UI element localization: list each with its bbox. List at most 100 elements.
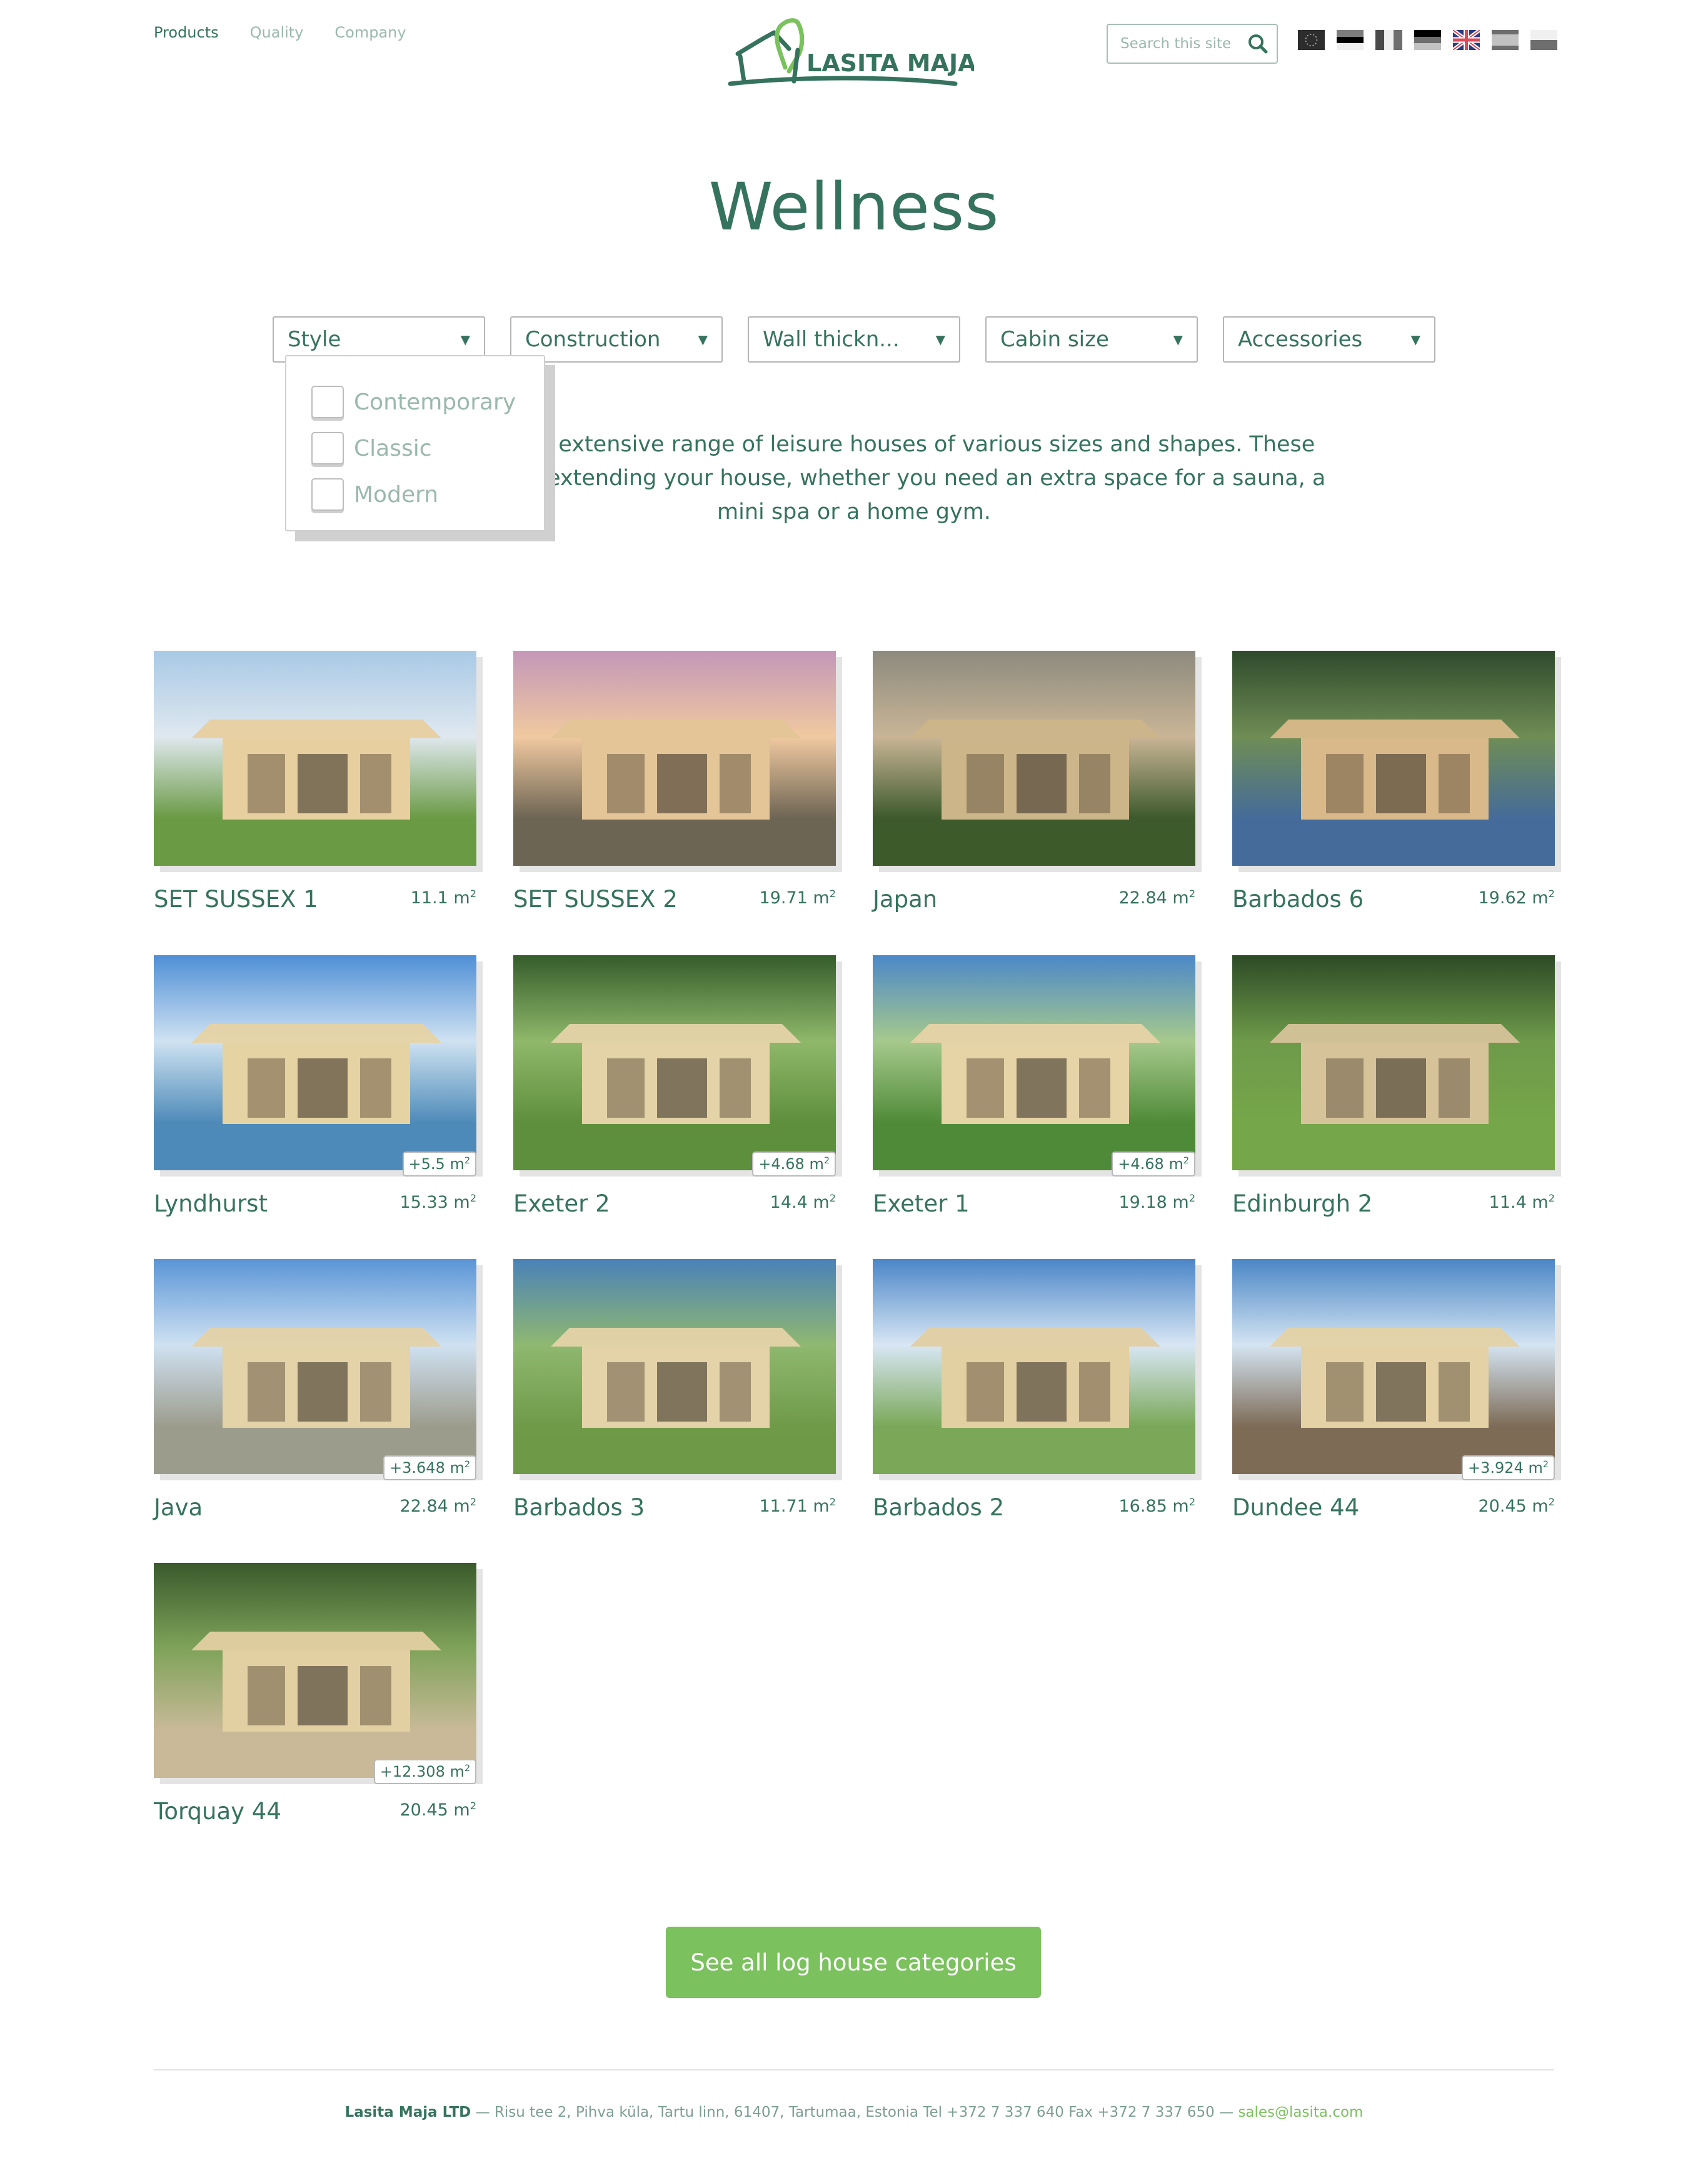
product-name[interactable]: Dundee 44 (1232, 1494, 1359, 1521)
flag-eu-icon[interactable] (1298, 30, 1325, 50)
caret-down-icon: ▼ (1410, 332, 1420, 347)
style-option-contemporary[interactable]: Contemporary (311, 379, 544, 425)
product-name[interactable]: Barbados 3 (513, 1494, 645, 1521)
filter-cabin-size[interactable]: Cabin size ▼ (985, 316, 1198, 363)
option-label: Classic (354, 435, 432, 461)
product-card[interactable]: +3.924 m2 Dundee 44 20.45 m2 (1232, 1259, 1561, 1521)
extra-area-badge: +3.648 m2 (383, 1455, 476, 1480)
footer: Lasita Maja LTD — Risu tee 2, Pihva küla… (0, 2104, 1708, 2120)
search-input[interactable] (1120, 36, 1245, 52)
product-image[interactable] (154, 1563, 476, 1778)
flag-fr-icon[interactable] (1375, 30, 1402, 50)
option-label: Modern (354, 481, 439, 508)
product-image[interactable] (1232, 955, 1555, 1170)
log-cabin-icon (1232, 1024, 1555, 1170)
product-image-wrap (513, 1259, 842, 1480)
caret-down-icon: ▼ (698, 332, 708, 347)
nav-quality[interactable]: Quality (250, 24, 304, 41)
flag-gb-icon[interactable] (1453, 30, 1480, 50)
product-name[interactable]: Torquay 44 (154, 1798, 281, 1825)
product-image[interactable] (873, 955, 1195, 1170)
product-image[interactable] (513, 651, 836, 866)
flag-pl-icon[interactable] (1530, 30, 1557, 50)
filter-wall-thickness[interactable]: Wall thickn... ▼ (748, 316, 960, 363)
product-image[interactable] (873, 651, 1195, 866)
product-name[interactable]: Edinburgh 2 (1232, 1190, 1372, 1217)
product-image-wrap (1232, 955, 1561, 1177)
logo[interactable]: LASITA MAJA (724, 11, 977, 89)
product-image[interactable] (1232, 651, 1555, 866)
product-caption: Java 22.84 m2 (154, 1494, 476, 1521)
style-option-modern[interactable]: Modern (311, 471, 544, 518)
product-caption: Barbados 2 16.85 m2 (873, 1494, 1195, 1521)
log-cabin-icon (873, 720, 1195, 866)
product-caption: Barbados 3 11.71 m2 (513, 1494, 836, 1521)
search-icon[interactable] (1247, 33, 1269, 55)
log-cabin-icon (873, 1024, 1195, 1170)
product-name[interactable]: Lyndhurst (154, 1190, 268, 1217)
product-name[interactable]: Exeter 1 (873, 1190, 970, 1217)
see-all-categories-button[interactable]: See all log house categories (666, 1927, 1041, 1998)
footer-email-link[interactable]: sales@lasita.com (1238, 2104, 1363, 2120)
nav-company[interactable]: Company (334, 24, 406, 41)
product-caption: Exeter 1 19.18 m2 (873, 1190, 1195, 1217)
product-card[interactable]: +4.68 m2 Exeter 2 14.4 m2 (513, 955, 842, 1217)
filter-label: Cabin size (1000, 327, 1109, 352)
product-area: 20.45 m2 (1478, 1496, 1555, 1516)
product-image[interactable] (154, 1259, 476, 1474)
product-name[interactable]: Japan (873, 886, 937, 913)
product-card[interactable]: +12.308 m2 Torquay 44 20.45 m2 (154, 1563, 483, 1825)
product-image[interactable] (154, 651, 476, 866)
product-image[interactable] (513, 1259, 836, 1474)
product-image[interactable] (513, 955, 836, 1170)
flag-de-icon[interactable] (1414, 30, 1441, 50)
product-area: 11.71 m2 (759, 1496, 836, 1516)
product-card[interactable]: +3.648 m2 Java 22.84 m2 (154, 1259, 483, 1521)
product-card[interactable]: Barbados 3 11.71 m2 (513, 1259, 842, 1521)
product-image[interactable] (1232, 1259, 1555, 1474)
filter-label: Construction (525, 327, 661, 352)
checkbox[interactable] (311, 432, 344, 464)
product-image[interactable] (154, 955, 476, 1170)
checkbox[interactable] (311, 478, 344, 511)
product-image[interactable] (873, 1259, 1195, 1474)
search-box (1107, 24, 1278, 64)
style-option-classic[interactable]: Classic (311, 425, 544, 471)
product-name[interactable]: Java (154, 1494, 203, 1521)
extra-area-badge: +4.68 m2 (752, 1152, 836, 1177)
product-caption: Dundee 44 20.45 m2 (1232, 1494, 1555, 1521)
product-name[interactable]: SET SUSSEX 2 (513, 886, 678, 913)
product-area: 16.85 m2 (1118, 1496, 1196, 1516)
product-image-wrap (873, 1259, 1202, 1480)
product-card[interactable]: Japan 22.84 m2 (873, 651, 1202, 913)
log-cabin-icon (513, 1328, 836, 1474)
flag-es-icon[interactable] (1492, 30, 1519, 50)
product-area: 22.84 m2 (399, 1496, 477, 1516)
nav-products[interactable]: Products (154, 24, 219, 41)
product-name[interactable]: SET SUSSEX 1 (154, 886, 318, 913)
product-name[interactable]: Barbados 2 (873, 1494, 1004, 1521)
checkbox[interactable] (311, 386, 344, 418)
product-card[interactable]: Barbados 6 19.62 m2 (1232, 651, 1561, 913)
extra-area-badge: +3.924 m2 (1462, 1455, 1555, 1480)
flag-ee-icon[interactable] (1337, 30, 1364, 50)
product-image-wrap: +3.648 m2 (154, 1259, 483, 1480)
product-card[interactable]: Barbados 2 16.85 m2 (873, 1259, 1202, 1521)
main-nav: Products Quality Company (154, 24, 406, 41)
log-cabin-icon (154, 1328, 476, 1474)
product-card[interactable]: SET SUSSEX 2 19.71 m2 (513, 651, 842, 913)
product-image-wrap (154, 651, 483, 872)
product-area: 14.4 m2 (770, 1192, 836, 1212)
extra-area-badge: +4.68 m2 (1112, 1152, 1195, 1177)
product-caption: SET SUSSEX 1 11.1 m2 (154, 886, 476, 913)
product-card[interactable]: +5.5 m2 Lyndhurst 15.33 m2 (154, 955, 483, 1217)
product-card[interactable]: +4.68 m2 Exeter 1 19.18 m2 (873, 955, 1202, 1217)
product-card[interactable]: Edinburgh 2 11.4 m2 (1232, 955, 1561, 1217)
product-card[interactable]: SET SUSSEX 1 11.1 m2 (154, 651, 483, 913)
filter-label: Accessories (1238, 327, 1363, 352)
product-name[interactable]: Barbados 6 (1232, 886, 1364, 913)
filter-label: Style (288, 327, 341, 352)
product-image-wrap (513, 651, 842, 872)
filter-accessories[interactable]: Accessories ▼ (1223, 316, 1435, 363)
product-name[interactable]: Exeter 2 (513, 1190, 610, 1217)
